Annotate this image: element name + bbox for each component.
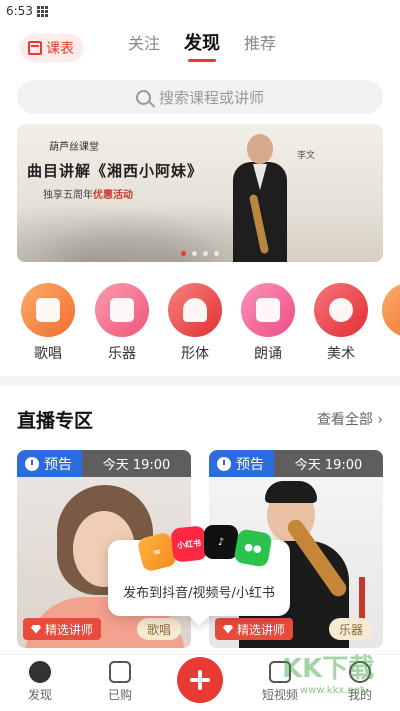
featured-label: 精选讲师 xyxy=(237,622,286,637)
live-section-header: 直播专区 查看全部 › xyxy=(17,404,383,434)
tab-discover[interactable]: 发现 xyxy=(184,32,220,62)
recitation-icon xyxy=(241,283,295,337)
banner-promo: 独享五周年优惠活动 xyxy=(43,186,133,201)
tab-recommend[interactable]: 推荐 xyxy=(244,32,276,62)
wechat-icon[interactable]: ●● xyxy=(233,528,273,568)
schedule-label: 课表 xyxy=(46,41,74,57)
tab-follow[interactable]: 关注 xyxy=(128,32,160,62)
compass-icon xyxy=(29,661,51,683)
banner-brand: 葫芦丝课堂 xyxy=(49,142,99,153)
purchased-icon xyxy=(109,661,131,683)
view-all-link[interactable]: 查看全部 › xyxy=(317,409,383,429)
top-nav: 课表 关注 发现 推荐 xyxy=(0,28,400,68)
art-icon xyxy=(314,283,368,337)
xiaohongshu-label: 小红书 xyxy=(176,538,202,550)
header-tabs: 关注 发现 推荐 xyxy=(128,32,276,62)
section-divider xyxy=(0,376,400,386)
douyin-icon[interactable]: ♪ xyxy=(204,525,238,559)
category-singing[interactable]: 歌唱 xyxy=(18,283,78,363)
nav-label: 发现 xyxy=(27,688,52,702)
carousel-dot[interactable] xyxy=(192,251,197,256)
live-section-title: 直播专区 xyxy=(17,409,94,432)
promo-banner[interactable]: 葫芦丝课堂 曲目讲解《湘西小阿妹》 独享五周年优惠活动 李文 xyxy=(17,124,383,262)
live-time: 今天 19:00 xyxy=(82,450,191,477)
preview-label: 预告 xyxy=(236,456,264,473)
category-label: 美术 xyxy=(327,346,355,362)
nav-label: 短视频 xyxy=(261,688,298,702)
xiaohongshu-icon[interactable]: 小红书 xyxy=(170,525,208,563)
featured-badge: 精选讲师 xyxy=(215,618,294,640)
share-popup-text: 发布到抖音/视频号/小红书 xyxy=(123,586,275,601)
status-time: 6:53 xyxy=(6,4,33,18)
live-card-topbar: 预告 今天 19:00 xyxy=(209,450,383,477)
category-instrument[interactable]: 乐器 xyxy=(92,283,152,363)
category-row: 歌唱 乐器 形体 朗诵 美术 xyxy=(0,283,400,363)
category-tag: 歌唱 xyxy=(136,618,181,640)
preview-label: 预告 xyxy=(44,456,72,473)
featured-label: 精选讲师 xyxy=(45,622,94,637)
category-label: 歌唱 xyxy=(34,346,62,362)
category-label: 朗诵 xyxy=(254,346,282,362)
diamond-icon xyxy=(223,624,233,634)
watermark-url: www.kkx.net xyxy=(300,685,364,696)
banner-promo-prefix: 独享五周年 xyxy=(43,190,93,201)
carousel-dot[interactable] xyxy=(214,251,219,256)
category-art[interactable]: 美术 xyxy=(311,283,371,363)
nav-label: 已购 xyxy=(107,688,132,702)
instrument-icon xyxy=(95,283,149,337)
clock-icon xyxy=(217,456,231,471)
nav-discover[interactable]: 发现 xyxy=(10,661,70,703)
live-time: 今天 19:00 xyxy=(274,450,383,477)
carousel-indicator xyxy=(17,251,383,256)
category-body[interactable]: 形体 xyxy=(165,283,225,363)
category-label: 乐器 xyxy=(108,346,136,362)
category-recitation[interactable]: 朗诵 xyxy=(238,283,298,363)
category-partial-icon xyxy=(382,283,400,337)
calendar-icon xyxy=(28,41,42,55)
watermark-logo: KK下载 xyxy=(282,654,375,684)
search-input[interactable]: 搜索课程或讲师 xyxy=(17,80,383,114)
banner-promo-highlight: 优惠活动 xyxy=(93,190,133,201)
diamond-icon xyxy=(31,624,41,634)
preview-badge: 预告 xyxy=(209,450,274,477)
singing-icon xyxy=(21,283,75,337)
carousel-dot[interactable] xyxy=(203,251,208,256)
search-placeholder: 搜索课程或讲师 xyxy=(158,88,264,107)
banner-stamp: 李文 xyxy=(297,151,316,161)
share-app-icons: ∞ 小红书 ♪ ●● xyxy=(136,525,276,573)
carousel-dot[interactable] xyxy=(181,251,186,256)
category-label: 形体 xyxy=(181,346,209,362)
clock-icon xyxy=(25,456,39,471)
category-tag: 乐器 xyxy=(328,618,373,640)
publish-plus-button[interactable] xyxy=(177,657,223,703)
app-grid-icon xyxy=(36,5,48,17)
search-icon xyxy=(135,89,151,105)
featured-badge: 精选讲师 xyxy=(23,618,102,640)
live-card-topbar: 预告 今天 19:00 xyxy=(17,450,191,477)
category-more[interactable] xyxy=(382,283,400,337)
banner-title: 曲目讲解《湘西小阿妹》 xyxy=(27,162,204,180)
nav-purchased[interactable]: 已购 xyxy=(90,661,150,703)
preview-badge: 预告 xyxy=(17,450,82,477)
dance-icon xyxy=(168,283,222,337)
schedule-button[interactable]: 课表 xyxy=(20,34,84,62)
status-bar: 6:53 xyxy=(0,0,400,22)
